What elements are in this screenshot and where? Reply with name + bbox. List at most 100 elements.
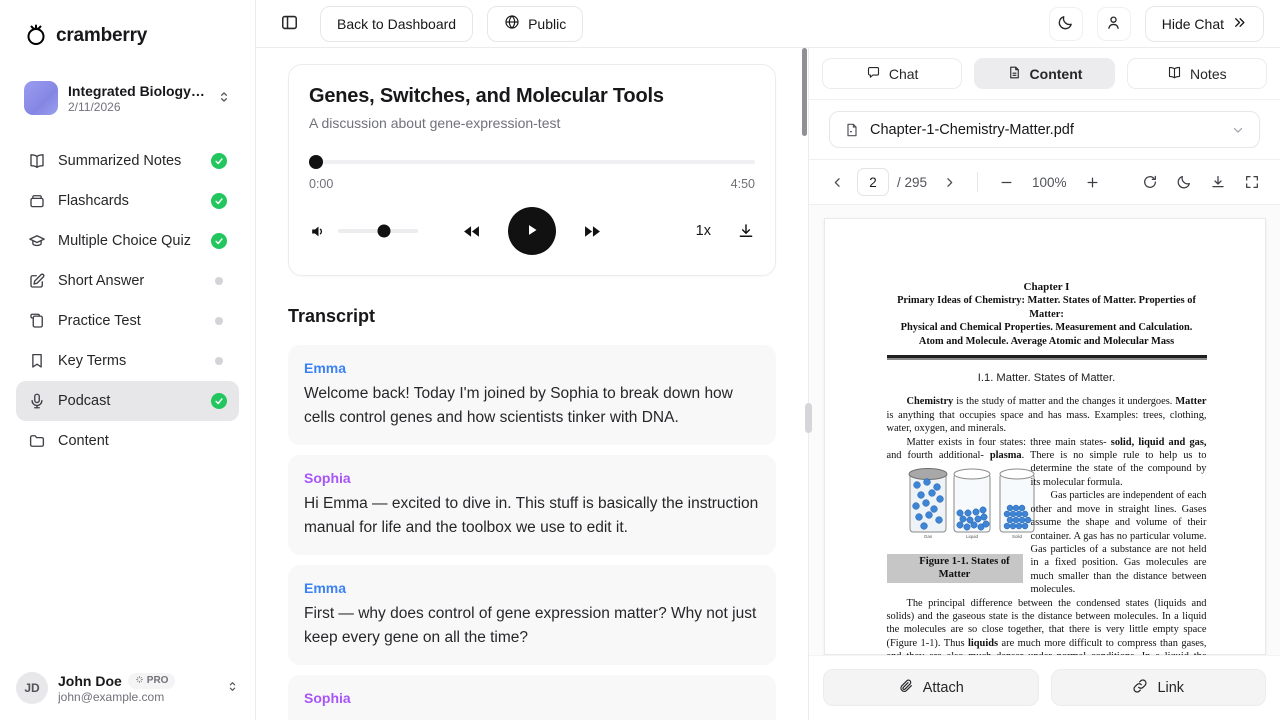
file-name: Chapter-1-Chemistry-Matter.pdf: [870, 122, 1221, 138]
current-time: 0:00: [309, 177, 333, 191]
volume-slider[interactable]: [338, 229, 418, 233]
play-icon: [523, 221, 541, 242]
sidebar-toggle-button[interactable]: [272, 7, 306, 41]
scrollbar-thumb[interactable]: [802, 48, 807, 136]
sidebar-item-multiple-choice-quiz[interactable]: Multiple Choice Quiz: [16, 221, 239, 261]
cramberry-logo-icon: [24, 22, 48, 49]
link-button[interactable]: Link: [1051, 669, 1267, 706]
pdf-heading-line: Primary Ideas of Chemistry: Matter. Stat…: [887, 294, 1207, 321]
speaker-name: Sophia: [304, 470, 760, 486]
sidebar-item-summarized-notes[interactable]: Summarized Notes: [16, 141, 239, 181]
sidebar-item-label: Multiple Choice Quiz: [58, 233, 199, 249]
pdf-page: Chapter I Primary Ideas of Chemistry: Ma…: [824, 218, 1266, 655]
account-button[interactable]: [1097, 7, 1131, 41]
public-button[interactable]: Public: [487, 6, 583, 42]
tab-notes[interactable]: Notes: [1127, 58, 1267, 89]
zoom-in-button[interactable]: [1079, 168, 1107, 196]
seek-bar[interactable]: [309, 155, 755, 169]
sidebar-item-podcast[interactable]: Podcast: [16, 381, 239, 421]
rewind-button[interactable]: [461, 221, 482, 242]
figure-label-solid: Solid: [1011, 534, 1022, 539]
figure-label-gas: Gas: [923, 534, 932, 539]
zoom-out-button[interactable]: [992, 168, 1020, 196]
panel-resize-handle[interactable]: [805, 403, 812, 433]
panel-actions: Attach Link: [809, 655, 1280, 720]
playback-speed-button[interactable]: 1x: [696, 223, 711, 239]
app-root: cramberry Integrated Biology S… 2/11/202…: [0, 0, 1280, 720]
pdf-heading-line: Physical and Chemical Properties. Measur…: [887, 321, 1207, 334]
moon-icon: [1057, 14, 1074, 34]
status-pending-dot: [215, 317, 223, 325]
chevron-down-icon: [1231, 123, 1245, 137]
chevron-up-down-icon: [217, 90, 231, 107]
chevron-up-down-icon: [226, 680, 239, 696]
sidebar-item-label: Flashcards: [58, 193, 199, 209]
project-date: 2/11/2026: [68, 100, 207, 114]
attach-button[interactable]: Attach: [823, 669, 1039, 706]
tab-content[interactable]: Content: [974, 58, 1114, 89]
next-page-button[interactable]: [935, 168, 963, 196]
file-text-icon: [1007, 65, 1022, 83]
pdf-viewer[interactable]: Chapter I Primary Ideas of Chemistry: Ma…: [809, 205, 1280, 655]
divider: [977, 172, 978, 192]
chevrons-right-icon: [1232, 15, 1247, 33]
status-done-badge: [211, 233, 227, 249]
tab-chat[interactable]: Chat: [822, 58, 962, 89]
pdf-figure: Gas Liquid: [887, 465, 1023, 582]
file-selector[interactable]: Chapter-1-Chemistry-Matter.pdf: [829, 111, 1260, 148]
sidebar: cramberry Integrated Biology S… 2/11/202…: [0, 0, 256, 720]
sidebar-item-content[interactable]: Content: [16, 421, 239, 461]
content-panel: Chat Content Notes Chapter-1-Chemistry-M: [808, 48, 1280, 720]
volume-icon[interactable]: [309, 222, 328, 241]
brand-name: cramberry: [56, 25, 147, 47]
pdf-file-icon: [844, 122, 860, 138]
theme-toggle-button[interactable]: [1049, 7, 1083, 41]
podcast-player-card: Genes, Switches, and Molecular Tools A d…: [288, 64, 776, 276]
pdf-rule: [887, 355, 1207, 360]
sidebar-item-key-terms[interactable]: Key Terms: [16, 341, 239, 381]
hide-chat-button[interactable]: Hide Chat: [1145, 6, 1264, 42]
pro-badge: PRO: [128, 673, 176, 689]
bookmark-icon: [28, 352, 46, 370]
figure-label-liquid: Liquid: [965, 534, 978, 539]
play-button[interactable]: [508, 207, 556, 255]
page-number-input[interactable]: [857, 168, 889, 196]
user-menu[interactable]: JD John Doe PRO john@example.com: [0, 656, 255, 720]
states-of-matter-figure-image: Gas Liquid: [907, 465, 1039, 545]
sidebar-item-short-answer[interactable]: Short Answer: [16, 261, 239, 301]
sidebar-item-label: Practice Test: [58, 313, 203, 329]
transcript-message: Emma Welcome back! Today I'm joined by S…: [288, 345, 776, 445]
status-done-badge: [211, 193, 227, 209]
back-to-dashboard-button[interactable]: Back to Dashboard: [320, 6, 473, 42]
download-pdf-button[interactable]: [1204, 168, 1232, 196]
book-open-icon: [28, 152, 46, 170]
fullscreen-button[interactable]: [1238, 168, 1266, 196]
refresh-button[interactable]: [1136, 168, 1164, 196]
project-title: Integrated Biology S…: [68, 83, 207, 99]
podcast-title: Genes, Switches, and Molecular Tools: [309, 85, 755, 108]
sidebar-item-flashcards[interactable]: Flashcards: [16, 181, 239, 221]
previous-page-button[interactable]: [823, 168, 851, 196]
sidebar-item-practice-test[interactable]: Practice Test: [16, 301, 239, 341]
seek-track: [309, 160, 755, 164]
pdf-paragraph: The principal difference between the con…: [887, 597, 1207, 655]
download-audio-button[interactable]: [737, 222, 755, 240]
pdf-paragraph: Matter exists in four states: three main…: [887, 436, 1207, 490]
seek-thumb[interactable]: [309, 155, 323, 169]
chat-bubble-icon: [866, 65, 881, 83]
duration: 4:50: [731, 177, 755, 191]
sidebar-item-label: Short Answer: [58, 273, 203, 289]
panel-left-icon: [280, 13, 299, 35]
pdf-chapter-title: Chapter I: [887, 281, 1207, 294]
volume-thumb[interactable]: [377, 225, 390, 238]
project-selector[interactable]: Integrated Biology S… 2/11/2026: [16, 73, 239, 123]
fast-forward-button[interactable]: [582, 221, 603, 242]
graduation-cap-icon: [28, 232, 46, 250]
page-count: / 295: [897, 175, 927, 190]
pencil-square-icon: [28, 272, 46, 290]
folder-icon: [28, 432, 46, 450]
status-pending-dot: [215, 357, 223, 365]
pdf-theme-toggle-button[interactable]: [1170, 168, 1198, 196]
user-name: John Doe: [58, 673, 122, 689]
globe-icon: [504, 14, 520, 33]
